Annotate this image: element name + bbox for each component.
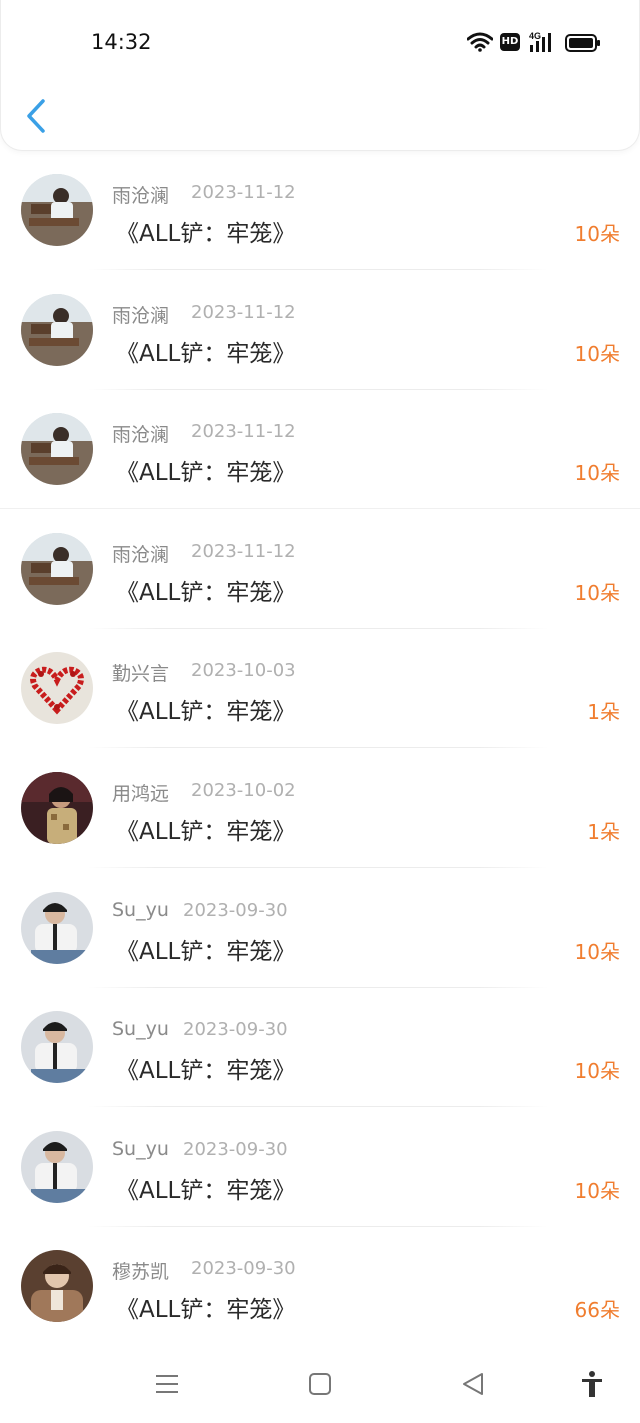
list-item[interactable]: 雨沧澜 2023-11-12 《ALL铲：牢笼》 10朵 [0, 291, 640, 411]
menu-icon[interactable] [152, 1369, 182, 1399]
sender-name: 雨沧澜 [112, 424, 170, 447]
send-date: 2023-10-02 [191, 779, 296, 801]
row-divider [88, 866, 548, 868]
back-triangle-icon[interactable] [458, 1369, 488, 1399]
row-divider [88, 1225, 548, 1227]
signal-icon: 4G [529, 31, 551, 52]
section-separator [0, 508, 640, 509]
list-item[interactable]: 用鸿远 2023-10-02 《ALL铲：牢笼》 1朵 [0, 769, 640, 889]
status-time: 14:32 [91, 30, 152, 54]
avatar[interactable] [21, 771, 93, 844]
flower-count: 10朵 [574, 341, 620, 366]
sender-name: Su_yu [112, 898, 169, 921]
avatar[interactable] [21, 891, 93, 964]
sender-name: 勤兴言 [112, 663, 170, 686]
flower-count: 10朵 [574, 1178, 620, 1203]
avatar[interactable] [21, 174, 93, 246]
flower-count: 10朵 [574, 1059, 620, 1084]
book-title: 《ALL铲：牢笼》 [116, 1058, 296, 1085]
flower-count: 66朵 [574, 1298, 620, 1323]
sender-name: 雨沧澜 [112, 543, 170, 566]
send-date: 2023-09-30 [183, 1138, 288, 1160]
row-divider [88, 747, 548, 749]
book-title: 《ALL铲：牢笼》 [116, 340, 296, 367]
list-item[interactable]: Su_yu 2023-09-30 《ALL铲：牢笼》 10朵 [0, 889, 640, 1009]
avatar[interactable] [21, 652, 93, 725]
flower-count: 10朵 [574, 939, 620, 964]
row-divider [88, 627, 548, 629]
back-button[interactable] [19, 96, 55, 136]
battery-icon [565, 34, 600, 52]
sender-name: 穆苏凯 [112, 1261, 170, 1284]
row-divider [88, 388, 548, 390]
list-item[interactable]: Su_yu 2023-09-30 《ALL铲：牢笼》 10朵 [0, 1008, 640, 1128]
flower-count: 10朵 [574, 222, 620, 246]
list-item[interactable]: Su_yu 2023-09-30 《ALL铲：牢笼》 10朵 [0, 1128, 640, 1248]
sender-name: 雨沧澜 [112, 185, 170, 207]
flower-count: 10朵 [574, 461, 620, 486]
send-date: 2023-11-12 [191, 540, 296, 562]
row-divider [88, 986, 548, 988]
row-divider [88, 269, 548, 270]
book-title: 《ALL铲：牢笼》 [116, 1177, 296, 1204]
gift-record-list: 雨沧澜 2023-11-12 《ALL铲：牢笼》 10朵 雨沧澜 2023-11… [0, 171, 640, 1367]
network-type-label: 4G [529, 31, 541, 41]
sender-name: 雨沧澜 [112, 304, 170, 327]
book-title: 《ALL铲：牢笼》 [116, 818, 296, 845]
book-title: 《ALL铲：牢笼》 [116, 221, 296, 247]
system-navigation-bar [0, 1355, 640, 1423]
list-item[interactable]: 雨沧澜 2023-11-12 《ALL铲：牢笼》 10朵 [0, 530, 640, 650]
list-item[interactable]: 勤兴言 2023-10-03 《ALL铲：牢笼》 1朵 [0, 649, 640, 769]
wifi-icon [467, 32, 493, 52]
send-date: 2023-10-03 [191, 660, 296, 682]
home-square-icon[interactable] [305, 1369, 335, 1399]
accessibility-icon[interactable] [577, 1369, 607, 1399]
avatar[interactable] [21, 1130, 93, 1203]
list-item[interactable]: 雨沧澜 2023-11-12 《ALL铲：牢笼》 10朵 [0, 171, 640, 291]
flower-count: 10朵 [574, 580, 620, 605]
book-title: 《ALL铲：牢笼》 [116, 460, 296, 487]
row-divider [88, 1106, 548, 1108]
send-date: 2023-11-12 [191, 182, 296, 203]
list-item[interactable]: 雨沧澜 2023-11-12 《ALL铲：牢笼》 10朵 [0, 410, 640, 530]
sender-name: 用鸿远 [112, 782, 170, 805]
avatar[interactable] [21, 1250, 93, 1323]
top-bar: 14:32 HD 4G [0, 0, 640, 151]
send-date: 2023-11-12 [191, 301, 296, 323]
flower-count: 1朵 [587, 819, 620, 844]
avatar[interactable] [21, 293, 93, 366]
book-title: 《ALL铲：牢笼》 [116, 699, 296, 726]
flower-count: 1朵 [587, 700, 620, 725]
book-title: 《ALL铲：牢笼》 [116, 579, 296, 606]
send-date: 2023-09-30 [191, 1258, 296, 1280]
hd-icon: HD [500, 33, 520, 51]
send-date: 2023-11-12 [191, 421, 296, 443]
send-date: 2023-09-30 [183, 899, 288, 921]
book-title: 《ALL铲：牢笼》 [116, 1297, 296, 1324]
book-title: 《ALL铲：牢笼》 [116, 938, 296, 965]
avatar[interactable] [21, 1011, 93, 1084]
send-date: 2023-09-30 [183, 1019, 288, 1041]
sender-name: Su_yu [112, 1018, 169, 1041]
avatar[interactable] [21, 413, 93, 486]
chevron-left-icon [27, 99, 45, 133]
avatar[interactable] [21, 532, 93, 605]
sender-name: Su_yu [112, 1137, 169, 1160]
list-item[interactable]: 穆苏凯 2023-09-30 《ALL铲：牢笼》 66朵 [0, 1247, 640, 1367]
